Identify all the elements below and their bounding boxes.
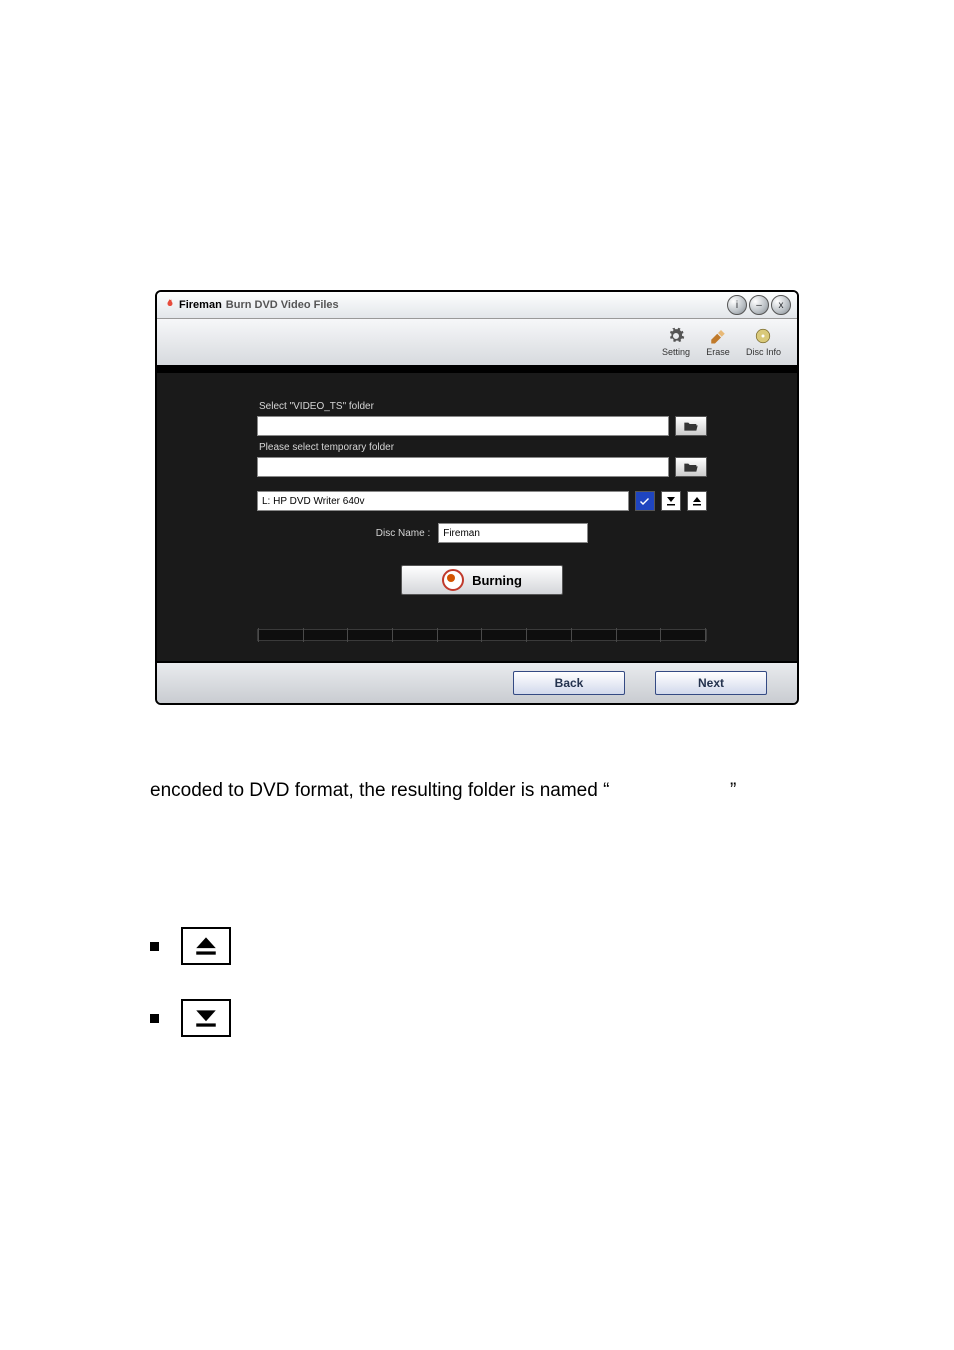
progress-bar <box>257 629 707 641</box>
footer-bar: Back Next <box>157 661 797 703</box>
video-ts-label: Select "VIDEO_TS" folder <box>259 401 707 412</box>
bullet-square-icon <box>150 942 159 951</box>
app-brand: Fireman <box>179 299 222 311</box>
back-button[interactable]: Back <box>513 671 625 695</box>
next-button[interactable]: Next <box>655 671 767 695</box>
titlebar: Fireman Burn DVD Video Files i – x <box>157 292 797 319</box>
drive-select[interactable]: L: HP DVD Writer 640v <box>257 491 629 511</box>
app-window: Fireman Burn DVD Video Files i – x Setti… <box>155 290 799 705</box>
main-panel: Select "VIDEO_TS" folder Please select t… <box>157 373 797 661</box>
toolbar-erase[interactable]: Erase <box>706 327 730 357</box>
video-ts-input[interactable] <box>257 416 669 436</box>
drive-dropdown-button[interactable] <box>635 491 655 511</box>
close-button[interactable]: x <box>771 295 791 315</box>
load-tray-icon <box>666 496 676 506</box>
temp-folder-label: Please select temporary folder <box>259 442 707 453</box>
burning-button-label: Burning <box>472 573 522 588</box>
toolbar: Setting Erase Disc Info <box>157 319 797 367</box>
toolbar-discinfo[interactable]: Disc Info <box>746 327 781 357</box>
load-icon-box <box>181 999 231 1037</box>
browse-video-ts-button[interactable] <box>675 416 707 436</box>
list-item <box>150 999 874 1037</box>
toolbar-discinfo-label: Disc Info <box>746 347 781 357</box>
gear-icon <box>664 327 688 345</box>
drive-select-value: L: HP DVD Writer 640v <box>262 496 364 507</box>
eject-icon <box>692 496 702 506</box>
info-button[interactable]: i <box>727 295 747 315</box>
list-item <box>150 927 874 965</box>
toolbar-setting-label: Setting <box>662 347 690 357</box>
load-tray-icon <box>193 1007 219 1029</box>
app-subtitle: Burn DVD Video Files <box>226 299 339 311</box>
disc-name-input[interactable] <box>438 523 588 543</box>
browse-temp-button[interactable] <box>675 457 707 477</box>
disc-info-icon <box>751 327 775 345</box>
folder-open-icon <box>683 420 699 432</box>
caption-text: encoded to DVD format, the resulting fol… <box>150 775 910 807</box>
disc-name-label: Disc Name : <box>376 528 430 539</box>
flame-icon <box>163 298 175 313</box>
temp-folder-input[interactable] <box>257 457 669 477</box>
icon-bullet-list <box>150 927 874 1037</box>
eject-icon <box>193 935 219 957</box>
load-tray-button[interactable] <box>661 491 681 511</box>
check-icon <box>640 496 650 506</box>
burning-button[interactable]: Burning <box>401 565 563 595</box>
folder-open-icon <box>683 461 699 473</box>
eject-tray-button[interactable] <box>687 491 707 511</box>
toolbar-setting[interactable]: Setting <box>662 327 690 357</box>
disc-burn-icon <box>442 569 464 591</box>
minimize-button[interactable]: – <box>749 295 769 315</box>
eraser-icon <box>706 327 730 345</box>
eject-icon-box <box>181 927 231 965</box>
toolbar-erase-label: Erase <box>706 347 730 357</box>
bullet-square-icon <box>150 1014 159 1023</box>
